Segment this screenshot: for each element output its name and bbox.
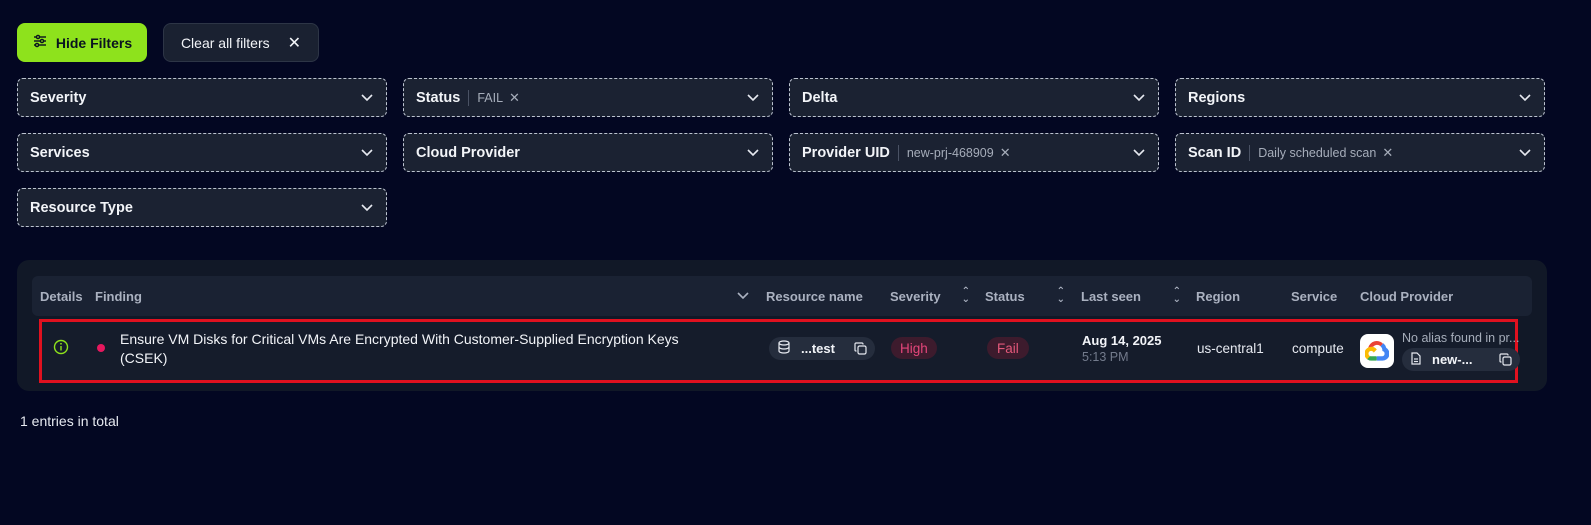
header-status-label: Status — [985, 288, 1025, 304]
chevron-down-icon — [360, 201, 374, 215]
clear-all-filters-button[interactable]: Clear all filters ✕ — [163, 23, 319, 62]
status-filter[interactable]: Status FAIL ✕ — [403, 78, 773, 117]
scan-id-filter[interactable]: Scan ID Daily scheduled scan ✕ — [1175, 133, 1545, 172]
cloud-provider-filter-label: Cloud Provider — [416, 144, 520, 161]
scan-id-filter-chip: Daily scheduled scan — [1258, 145, 1377, 160]
regions-filter-label: Regions — [1188, 89, 1246, 106]
header-last-seen[interactable]: Last seen ⌃ ⌄ — [1081, 276, 1181, 316]
sort-icon: ⌃ ⌄ — [961, 286, 970, 305]
hide-filters-button[interactable]: Hide Filters — [17, 23, 147, 62]
database-icon — [777, 340, 791, 357]
provider-uid-filter-label: Provider UID — [802, 144, 890, 161]
status-filter-label: Status — [416, 89, 461, 106]
regions-filter[interactable]: Regions — [1175, 78, 1545, 117]
severity-badge: High — [891, 337, 937, 359]
table-row[interactable]: Ensure VM Disks for Critical VMs Are Enc… — [39, 319, 1520, 383]
provider-uid-value: new-... — [1432, 352, 1473, 367]
header-last-seen-label: Last seen — [1081, 288, 1141, 304]
cloud-provider-filter[interactable]: Cloud Provider — [403, 133, 773, 172]
header-severity[interactable]: Severity ⌃ ⌄ — [890, 276, 970, 316]
scan-id-filter-label: Scan ID — [1188, 144, 1242, 161]
chevron-down-icon — [1518, 91, 1532, 105]
chevron-down-icon — [1518, 146, 1532, 160]
remove-chip-icon[interactable]: ✕ — [509, 90, 520, 106]
services-filter[interactable]: Services — [17, 133, 387, 172]
google-cloud-logo-icon — [1360, 334, 1394, 368]
resource-name-pill: ...test — [769, 337, 875, 360]
last-seen-date: Aug 14, 2025 — [1082, 333, 1162, 348]
header-cloud-provider: Cloud Provider — [1360, 288, 1454, 304]
provider-uid-filter-chip: new-prj-468909 — [906, 145, 994, 160]
finding-title[interactable]: Ensure VM Disks for Critical VMs Are Enc… — [120, 330, 710, 368]
header-resource-name: Resource name — [766, 288, 863, 304]
resource-type-filter[interactable]: Resource Type — [17, 188, 387, 227]
header-service: Service — [1291, 288, 1338, 304]
chevron-down-icon — [360, 146, 374, 160]
sort-icon: ⌃ ⌄ — [1056, 286, 1065, 305]
copy-icon[interactable] — [854, 342, 867, 355]
filter-panel: Severity Status FAIL ✕ Delta Regions Ser… — [17, 78, 1547, 243]
remove-chip-icon[interactable]: ✕ — [1382, 145, 1393, 161]
sort-icon: ⌃ ⌄ — [1172, 286, 1181, 305]
chevron-down-icon — [1132, 91, 1146, 105]
chevron-down-icon — [746, 91, 760, 105]
divider — [897, 144, 899, 161]
chevron-down-icon — [746, 146, 760, 160]
filter-sliders-icon — [32, 33, 48, 52]
severity-dot-icon — [97, 344, 105, 352]
provider-uid-filter[interactable]: Provider UID new-prj-468909 ✕ — [789, 133, 1159, 172]
last-seen-time: 5:13 PM — [1082, 350, 1129, 364]
delta-filter-label: Delta — [802, 89, 838, 106]
divider — [1249, 144, 1251, 161]
header-finding: Finding — [95, 288, 142, 304]
copy-icon[interactable] — [1499, 353, 1512, 366]
chevron-down-icon — [360, 91, 374, 105]
finding-sort-chevron-icon[interactable] — [737, 276, 749, 316]
divider — [468, 89, 470, 106]
status-badge: Fail — [987, 337, 1029, 359]
severity-filter[interactable]: Severity — [17, 78, 387, 117]
info-icon[interactable] — [53, 339, 69, 355]
entries-total: 1 entries in total — [20, 413, 119, 429]
services-filter-label: Services — [30, 144, 90, 161]
region-value: us-central1 — [1197, 341, 1264, 356]
resource-type-filter-label: Resource Type — [30, 199, 133, 216]
delta-filter[interactable]: Delta — [789, 78, 1159, 117]
service-value: compute — [1292, 341, 1344, 356]
table-header: Details Finding Resource name Severity ⌃… — [32, 276, 1532, 316]
severity-filter-label: Severity — [30, 89, 87, 106]
provider-alias: No alias found in pr... — [1402, 331, 1520, 345]
header-severity-label: Severity — [890, 288, 941, 304]
resource-name-value: ...test — [801, 341, 835, 356]
header-region: Region — [1196, 288, 1241, 304]
status-filter-chip: FAIL — [477, 90, 504, 105]
findings-table: Details Finding Resource name Severity ⌃… — [17, 260, 1547, 391]
header-status[interactable]: Status ⌃ ⌄ — [985, 276, 1065, 316]
close-icon: ✕ — [287, 34, 302, 52]
provider-uid-pill: new-... — [1402, 348, 1520, 371]
document-icon — [1410, 351, 1422, 368]
remove-chip-icon[interactable]: ✕ — [1000, 145, 1011, 161]
header-details: Details — [40, 288, 83, 304]
clear-all-filters-label: Clear all filters — [180, 34, 270, 51]
hide-filters-label: Hide Filters — [55, 34, 133, 51]
chevron-down-icon — [1132, 146, 1146, 160]
